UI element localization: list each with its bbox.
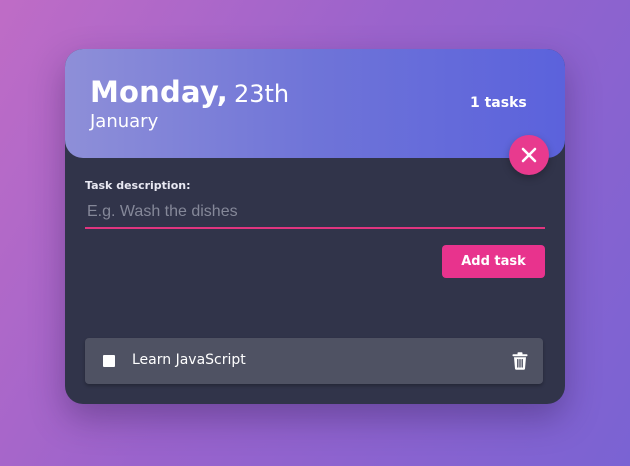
month-label: January bbox=[90, 111, 159, 132]
day-number: 23th bbox=[233, 80, 290, 108]
day-name: Monday, bbox=[90, 75, 228, 109]
date-heading: Monday, 23th bbox=[90, 75, 289, 109]
card-header: Monday, 23th January 1 tasks bbox=[65, 49, 565, 158]
todo-card: Monday, 23th January 1 tasks Task descrip… bbox=[65, 49, 565, 404]
add-task-button[interactable]: Add task bbox=[442, 245, 545, 278]
task-description-input[interactable] bbox=[85, 197, 545, 229]
trash-icon[interactable] bbox=[512, 352, 528, 370]
close-icon bbox=[521, 147, 537, 163]
task-label: Learn JavaScript bbox=[132, 352, 246, 368]
task-count: 1 tasks bbox=[470, 95, 527, 111]
task-item: Learn JavaScript bbox=[85, 338, 543, 384]
close-button[interactable] bbox=[509, 135, 549, 175]
task-description-label: Task description: bbox=[85, 179, 191, 192]
task-list: Learn JavaScript bbox=[85, 338, 543, 384]
task-checkbox[interactable] bbox=[103, 355, 115, 367]
